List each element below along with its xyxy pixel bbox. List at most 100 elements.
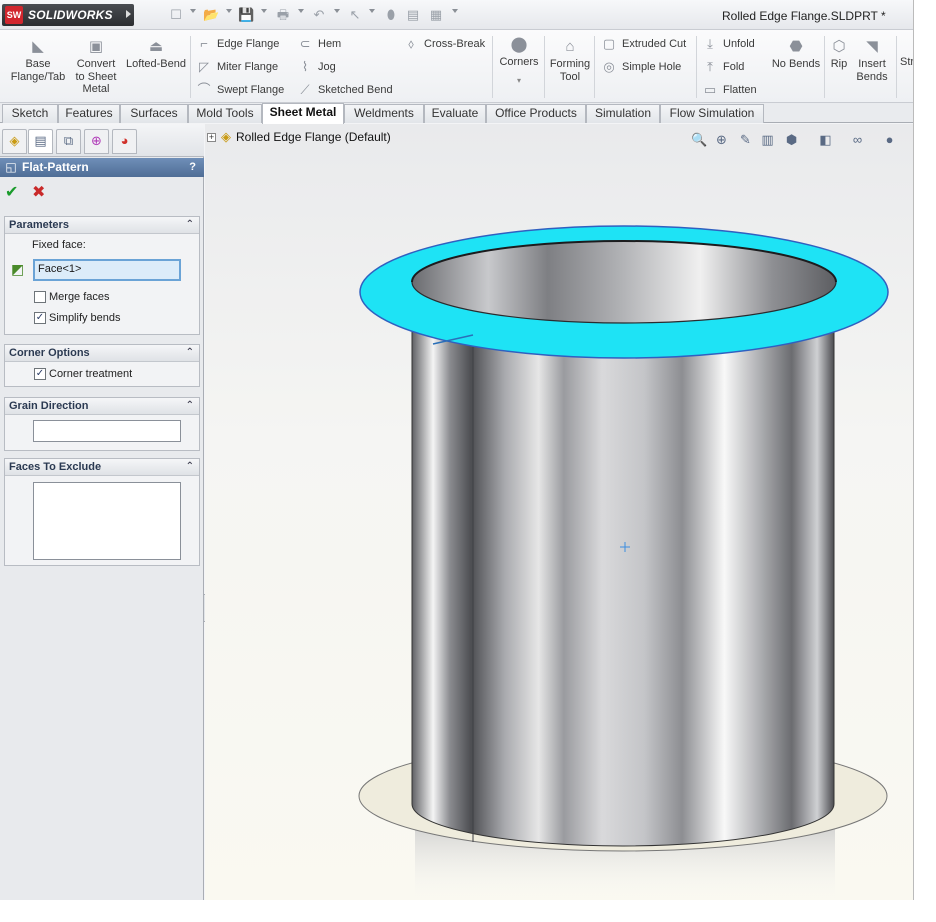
lofted-bend-button[interactable]: ⏏ Lofted-Bend xyxy=(124,38,188,71)
forming-tool-button[interactable]: ⌂ Forming Tool xyxy=(548,38,592,83)
select-dropdown-icon[interactable] xyxy=(369,9,375,13)
tab-sheet-metal[interactable]: Sheet Metal xyxy=(262,103,344,124)
open-dropdown-icon[interactable] xyxy=(226,9,232,13)
simplify-bends-checkbox[interactable]: ✓ xyxy=(34,312,46,324)
menu-arrow-icon[interactable] xyxy=(126,10,131,18)
collapse-chevron-icon[interactable]: ⌃ xyxy=(186,217,194,233)
corner-treatment-checkbox[interactable]: ✓ xyxy=(34,368,46,380)
hem-button[interactable]: ⊂ Hem xyxy=(297,35,342,53)
tab-surfaces[interactable]: Surfaces xyxy=(120,104,188,123)
insert-bends-button[interactable]: ◥ Insert Bends xyxy=(852,38,892,83)
fold-icon: ⤒ xyxy=(707,59,713,74)
corners-dropdown-icon[interactable]: ▾ xyxy=(497,75,541,88)
swept-flange-button[interactable]: ⌒ Swept Flange xyxy=(196,81,284,99)
flatten-button[interactable]: ▭ Flatten xyxy=(702,81,757,99)
jog-button[interactable]: ⌇ Jog xyxy=(297,58,336,76)
convert-label: Convert to Sheet Metal xyxy=(75,58,117,95)
extruded-cut-button[interactable]: ▢ Extruded Cut xyxy=(601,35,686,53)
edge-flange-button[interactable]: ⌐ Edge Flange xyxy=(196,35,279,53)
fixed-face-input[interactable]: Face<1> xyxy=(33,259,181,281)
dimxpert-manager-tab-icon[interactable]: ⊕ xyxy=(84,129,109,154)
fold-label: Fold xyxy=(723,61,745,73)
grain-direction-input[interactable] xyxy=(33,420,181,442)
forming-tool-label: Forming Tool xyxy=(549,58,591,83)
help-icon[interactable]: ? xyxy=(189,158,196,177)
print-icon[interactable]: 🖶 xyxy=(275,7,291,23)
convert-icon: ▣ xyxy=(88,38,104,55)
options-dropdown-icon[interactable] xyxy=(452,9,458,13)
tab-simulation[interactable]: Simulation xyxy=(586,104,660,123)
collapse-chevron-icon[interactable]: ⌃ xyxy=(186,459,194,475)
corner-treatment-label: Corner treatment xyxy=(49,368,133,380)
tab-evaluate[interactable]: Evaluate xyxy=(424,104,486,123)
faces-to-exclude-list[interactable] xyxy=(33,482,181,560)
hem-icon: ⊂ xyxy=(299,36,311,51)
miter-flange-icon: ◸ xyxy=(199,59,209,74)
rip-button[interactable]: ⬡ Rip xyxy=(828,38,850,71)
cancel-x-button[interactable]: ✖ xyxy=(32,182,45,202)
undo-dropdown-icon[interactable] xyxy=(334,9,340,13)
flatten-icon: ▭ xyxy=(703,82,717,97)
no-bends-button[interactable]: ⬣ No Bends xyxy=(770,38,822,71)
corner-options-title: Corner Options xyxy=(9,347,90,359)
collapse-chevron-icon[interactable]: ⌃ xyxy=(186,398,194,414)
ok-check-button[interactable]: ✔ xyxy=(5,182,18,202)
property-manager-panel: ◈ ▤ ⧉ ⊕ ◕ ◱ Flat-Pattern ? ✔ ✖ Parameter… xyxy=(0,124,204,900)
corner-options-group: Corner Options ⌃ ✓ Corner treatment xyxy=(4,344,200,387)
file-properties-icon[interactable]: ▤ xyxy=(405,7,421,23)
grain-direction-group: Grain Direction ⌃ xyxy=(4,397,200,451)
miter-flange-button[interactable]: ◸ Miter Flange xyxy=(196,58,278,76)
tab-flow-simulation[interactable]: Flow Simulation xyxy=(660,104,764,123)
tab-weldments[interactable]: Weldments xyxy=(344,104,424,123)
simple-hole-icon: ◎ xyxy=(603,59,615,74)
tab-mold-tools[interactable]: Mold Tools xyxy=(188,104,262,123)
merge-faces-label: Merge faces xyxy=(49,291,110,303)
select-cursor-icon[interactable]: ↖ xyxy=(347,7,363,23)
tab-office-products[interactable]: Office Products xyxy=(486,104,586,123)
print-dropdown-icon[interactable] xyxy=(298,9,304,13)
tab-sketch[interactable]: Sketch xyxy=(2,104,58,123)
options-icon[interactable]: ▦ xyxy=(428,7,444,23)
unfold-icon: ⤓ xyxy=(707,36,713,51)
tab-features[interactable]: Features xyxy=(58,104,120,123)
insert-bends-icon: ◥ xyxy=(866,38,878,55)
merge-faces-checkbox[interactable] xyxy=(34,291,46,303)
extruded-cut-label: Extruded Cut xyxy=(622,38,687,50)
save-icon[interactable]: 💾 xyxy=(238,7,254,23)
corners-label: Corners xyxy=(499,56,539,68)
command-manager-tabs: Sketch Features Surfaces Mold Tools Shee… xyxy=(0,103,913,124)
simplify-bends-label: Simplify bends xyxy=(49,312,121,324)
hem-label: Hem xyxy=(318,38,342,50)
fold-button[interactable]: ⤒ Fold xyxy=(702,58,744,76)
collapse-chevron-icon[interactable]: ⌃ xyxy=(186,345,194,361)
simple-hole-button[interactable]: ◎ Simple Hole xyxy=(601,58,681,76)
panel-tabs: ◈ ▤ ⧉ ⊕ ◕ xyxy=(0,124,204,157)
graphics-viewport[interactable]: + ◈ Rolled Edge Flange (Default) 🔍 ⊕ ✎ ▥… xyxy=(205,124,914,900)
faces-to-exclude-group: Faces To Exclude ⌃ xyxy=(4,458,200,566)
save-dropdown-icon[interactable] xyxy=(261,9,267,13)
configuration-manager-tab-icon[interactable]: ⧉ xyxy=(56,129,81,154)
property-manager-tab-icon[interactable]: ▤ xyxy=(28,129,53,154)
unfold-button[interactable]: ⤓ Unfold xyxy=(702,35,755,53)
sketched-bend-button[interactable]: ⟋ Sketched Bend xyxy=(297,81,392,99)
lofted-bend-icon: ⏏ xyxy=(148,38,164,55)
grain-direction-group-header[interactable]: Grain Direction ⌃ xyxy=(5,398,199,415)
open-folder-icon[interactable]: 📂 xyxy=(203,7,219,23)
new-document-icon[interactable]: ☐ xyxy=(168,7,184,23)
solidworks-logo[interactable]: SW SOLIDWORKS xyxy=(2,4,134,26)
truncated-command-button[interactable]: Str xyxy=(900,56,913,69)
display-manager-tab-icon[interactable]: ◕ xyxy=(112,129,137,154)
corners-button[interactable]: ⬤ Corners ▾ xyxy=(497,36,541,87)
rebuild-icon[interactable]: ⬮ xyxy=(383,7,399,23)
rip-label: Rip xyxy=(830,58,848,70)
new-dropdown-icon[interactable] xyxy=(190,9,196,13)
base-flange-button[interactable]: ◣ Base Flange/Tab xyxy=(8,38,68,83)
convert-to-sheet-metal-button[interactable]: ▣ Convert to Sheet Metal xyxy=(72,38,120,96)
flange-model[interactable] xyxy=(205,124,914,900)
corner-options-group-header[interactable]: Corner Options ⌃ xyxy=(5,345,199,362)
cross-break-button[interactable]: ⬨ Cross-Break xyxy=(403,35,485,53)
undo-icon[interactable]: ↶ xyxy=(311,7,327,23)
faces-to-exclude-group-header[interactable]: Faces To Exclude ⌃ xyxy=(5,459,199,476)
parameters-group-header[interactable]: Parameters ⌃ xyxy=(5,217,199,234)
feature-manager-tab-icon[interactable]: ◈ xyxy=(2,129,27,154)
